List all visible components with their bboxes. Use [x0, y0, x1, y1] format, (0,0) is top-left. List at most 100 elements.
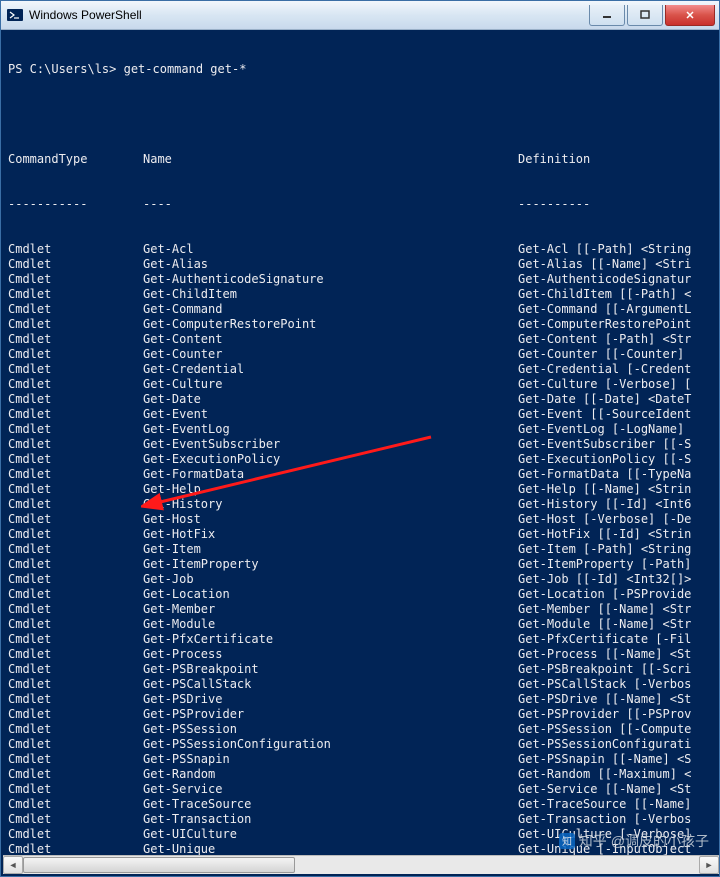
watermark-brand: 知乎 — [579, 831, 607, 851]
cell-type: Cmdlet — [8, 827, 143, 842]
cell-type: Cmdlet — [8, 752, 143, 767]
cell-type: Cmdlet — [8, 452, 143, 467]
cell-type: Cmdlet — [8, 737, 143, 752]
table-row: CmdletGet-EventLogGet-EventLog [-LogName… — [8, 422, 719, 437]
cell-def: Get-Job [[-Id] <Int32[]> — [518, 572, 719, 587]
cell-type: Cmdlet — [8, 647, 143, 662]
cell-type: Cmdlet — [8, 572, 143, 587]
cell-def: Get-Credential [-Credent — [518, 362, 719, 377]
cell-def: Get-Content [-Path] <Str — [518, 332, 719, 347]
cell-name: Get-Help — [143, 482, 518, 497]
cell-type: Cmdlet — [8, 467, 143, 482]
output-rows: CmdletGet-AclGet-Acl [[-Path] <StringCmd… — [8, 242, 719, 858]
cell-name: Get-Credential — [143, 362, 518, 377]
cell-def: Get-Location [-PSProvide — [518, 587, 719, 602]
cell-type: Cmdlet — [8, 332, 143, 347]
scroll-thumb[interactable] — [23, 857, 295, 873]
cell-name: Get-ItemProperty — [143, 557, 518, 572]
cell-type: Cmdlet — [8, 542, 143, 557]
cell-name: Get-PSBreakpoint — [143, 662, 518, 677]
table-row: CmdletGet-EventSubscriberGet-EventSubscr… — [8, 437, 719, 452]
powershell-icon — [7, 7, 23, 23]
cell-def: Get-PSSnapin [[-Name] <S — [518, 752, 719, 767]
minimize-button[interactable] — [589, 5, 625, 26]
cell-type: Cmdlet — [8, 257, 143, 272]
table-row: CmdletGet-PSSessionConfigurationGet-PSSe… — [8, 737, 719, 752]
cell-def: Get-Help [[-Name] <Strin — [518, 482, 719, 497]
cell-name: Get-Service — [143, 782, 518, 797]
cell-type: Cmdlet — [8, 317, 143, 332]
cell-name: Get-ComputerRestorePoint — [143, 317, 518, 332]
table-row: CmdletGet-ComputerRestorePointGet-Comput… — [8, 317, 719, 332]
cell-def: Get-PSDrive [[-Name] <St — [518, 692, 719, 707]
cell-name: Get-Location — [143, 587, 518, 602]
table-row: CmdletGet-ItemPropertyGet-ItemProperty [… — [8, 557, 719, 572]
cell-name: Get-EventSubscriber — [143, 437, 518, 452]
cell-type: Cmdlet — [8, 587, 143, 602]
table-row: CmdletGet-TransactionGet-Transaction [-V… — [8, 812, 719, 827]
table-row: CmdletGet-LocationGet-Location [-PSProvi… — [8, 587, 719, 602]
cell-def: Get-Counter [[-Counter] — [518, 347, 719, 362]
scroll-left-button[interactable]: ◄ — [3, 856, 23, 874]
cell-def: Get-TraceSource [[-Name] — [518, 797, 719, 812]
col-header-def: Definition — [518, 152, 719, 167]
cell-name: Get-Job — [143, 572, 518, 587]
table-row: CmdletGet-MemberGet-Member [[-Name] <Str — [8, 602, 719, 617]
cell-type: Cmdlet — [8, 557, 143, 572]
table-row: CmdletGet-ModuleGet-Module [[-Name] <Str — [8, 617, 719, 632]
cell-name: Get-Acl — [143, 242, 518, 257]
table-row: CmdletGet-PSSessionGet-PSSession [[-Comp… — [8, 722, 719, 737]
cell-name: Get-PfxCertificate — [143, 632, 518, 647]
close-button[interactable] — [665, 5, 715, 26]
table-row: CmdletGet-ContentGet-Content [-Path] <St… — [8, 332, 719, 347]
cell-def: Get-PSCallStack [-Verbos — [518, 677, 719, 692]
cell-name: Get-HotFix — [143, 527, 518, 542]
cell-def: Get-Date [[-Date] <DateT — [518, 392, 719, 407]
cell-name: Get-History — [143, 497, 518, 512]
cell-type: Cmdlet — [8, 722, 143, 737]
cell-def: Get-HotFix [[-Id] <Strin — [518, 527, 719, 542]
cell-type: Cmdlet — [8, 512, 143, 527]
cell-type: Cmdlet — [8, 527, 143, 542]
cell-def: Get-EventLog [-LogName] — [518, 422, 719, 437]
titlebar[interactable]: Windows PowerShell — [1, 1, 719, 30]
cell-name: Get-ChildItem — [143, 287, 518, 302]
cell-def: Get-PSSessionConfigurati — [518, 737, 719, 752]
cell-type: Cmdlet — [8, 617, 143, 632]
blank-line — [8, 107, 719, 122]
cell-def: Get-History [[-Id] <Int6 — [518, 497, 719, 512]
cell-type: Cmdlet — [8, 392, 143, 407]
cell-def: Get-Module [[-Name] <Str — [518, 617, 719, 632]
table-row: CmdletGet-ProcessGet-Process [[-Name] <S… — [8, 647, 719, 662]
table-row: CmdletGet-AuthenticodeSignatureGet-Authe… — [8, 272, 719, 287]
cell-def: Get-Acl [[-Path] <String — [518, 242, 719, 257]
cell-def: Get-PfxCertificate [-Fil — [518, 632, 719, 647]
console-output[interactable]: PS C:\Users\ls> get-command get-* Comman… — [3, 30, 719, 858]
cell-type: Cmdlet — [8, 422, 143, 437]
cell-name: Get-PSDrive — [143, 692, 518, 707]
zhihu-icon: 知 — [559, 833, 575, 849]
window-buttons — [587, 5, 715, 25]
cell-type: Cmdlet — [8, 662, 143, 677]
cell-type: Cmdlet — [8, 692, 143, 707]
table-row: CmdletGet-HotFixGet-HotFix [[-Id] <Strin — [8, 527, 719, 542]
watermark-user: @调皮的小孩子 — [611, 831, 709, 851]
cell-type: Cmdlet — [8, 287, 143, 302]
cell-name: Get-PSSnapin — [143, 752, 518, 767]
cell-type: Cmdlet — [8, 767, 143, 782]
cell-def: Get-Service [[-Name] <St — [518, 782, 719, 797]
cell-def: Get-Item [-Path] <String — [518, 542, 719, 557]
scroll-right-button[interactable]: ► — [699, 856, 719, 874]
table-row: CmdletGet-AclGet-Acl [[-Path] <String — [8, 242, 719, 257]
col-header-name: Name — [143, 152, 518, 167]
cell-name: Get-ExecutionPolicy — [143, 452, 518, 467]
scroll-track[interactable] — [23, 857, 699, 873]
cell-def: Get-PSBreakpoint [[-Scri — [518, 662, 719, 677]
horizontal-scrollbar[interactable]: ◄ ► — [3, 855, 719, 874]
col-header-type: CommandType — [8, 152, 143, 167]
cell-name: Get-UICulture — [143, 827, 518, 842]
maximize-button[interactable] — [627, 5, 663, 26]
table-row: CmdletGet-PSCallStackGet-PSCallStack [-V… — [8, 677, 719, 692]
table-row: CmdletGet-PSProviderGet-PSProvider [[-PS… — [8, 707, 719, 722]
table-row: CmdletGet-HistoryGet-History [[-Id] <Int… — [8, 497, 719, 512]
